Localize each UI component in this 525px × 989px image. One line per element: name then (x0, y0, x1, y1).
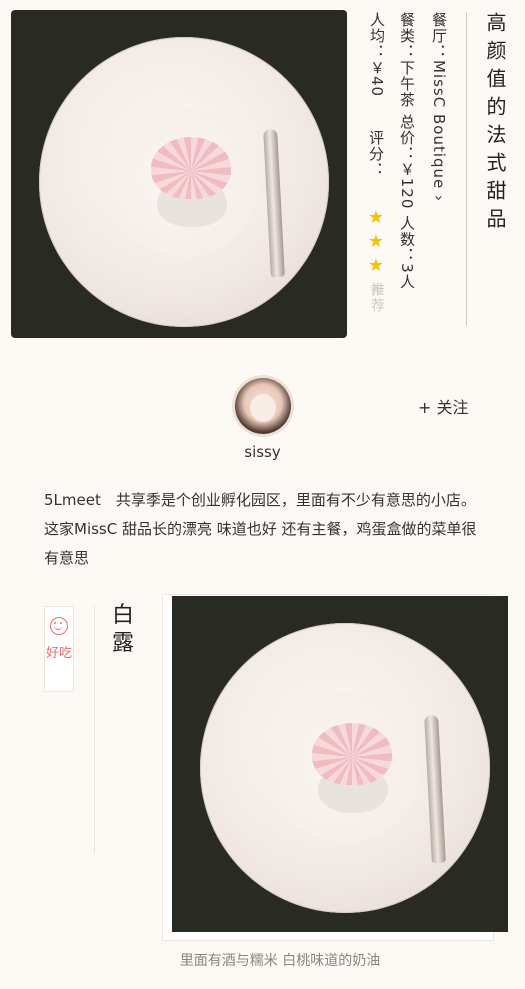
recommend-label: 推荐 (369, 282, 385, 314)
star-icon: ★ (367, 231, 385, 252)
dessert-meringue (151, 137, 231, 199)
follow-button[interactable]: + 关注 (418, 394, 469, 418)
plate (200, 623, 490, 913)
dish-caption: 里面有酒与糯米 白桃味道的奶油 (179, 953, 381, 969)
avatar[interactable] (235, 378, 291, 434)
hero-photo[interactable] (11, 10, 347, 338)
spoon (424, 714, 446, 864)
dish-photo[interactable] (172, 596, 508, 932)
post-description: 5Lmeet 共享季是个创业孵化园区，里面有不少有意思的小店。 这家MissC … (44, 491, 477, 567)
dish-divider (94, 606, 95, 854)
title-divider (466, 12, 467, 326)
taste-tag: 好吃 (44, 606, 74, 692)
spoon (263, 128, 285, 278)
plate (39, 37, 329, 327)
per-person-price: 人均：￥40 (368, 12, 386, 98)
meal-info: 餐类：下午茶 总价：￥120 人数：3人 (398, 12, 416, 290)
username[interactable]: sissy (0, 443, 525, 461)
star-icon: ★ (367, 207, 385, 228)
restaurant-link[interactable]: 餐厅：MissC Boutique › (428, 12, 450, 202)
taste-tag-label: 好吃 (45, 646, 72, 661)
avatar-face (250, 394, 276, 422)
star-icon: ★ (367, 255, 385, 276)
dessert-meringue (312, 723, 392, 785)
dish-name: 白露 (111, 603, 134, 656)
smile-icon (50, 617, 68, 635)
rating-label: 评分： (367, 130, 385, 178)
post-title: 高颜值的法式甜品 (483, 12, 507, 236)
